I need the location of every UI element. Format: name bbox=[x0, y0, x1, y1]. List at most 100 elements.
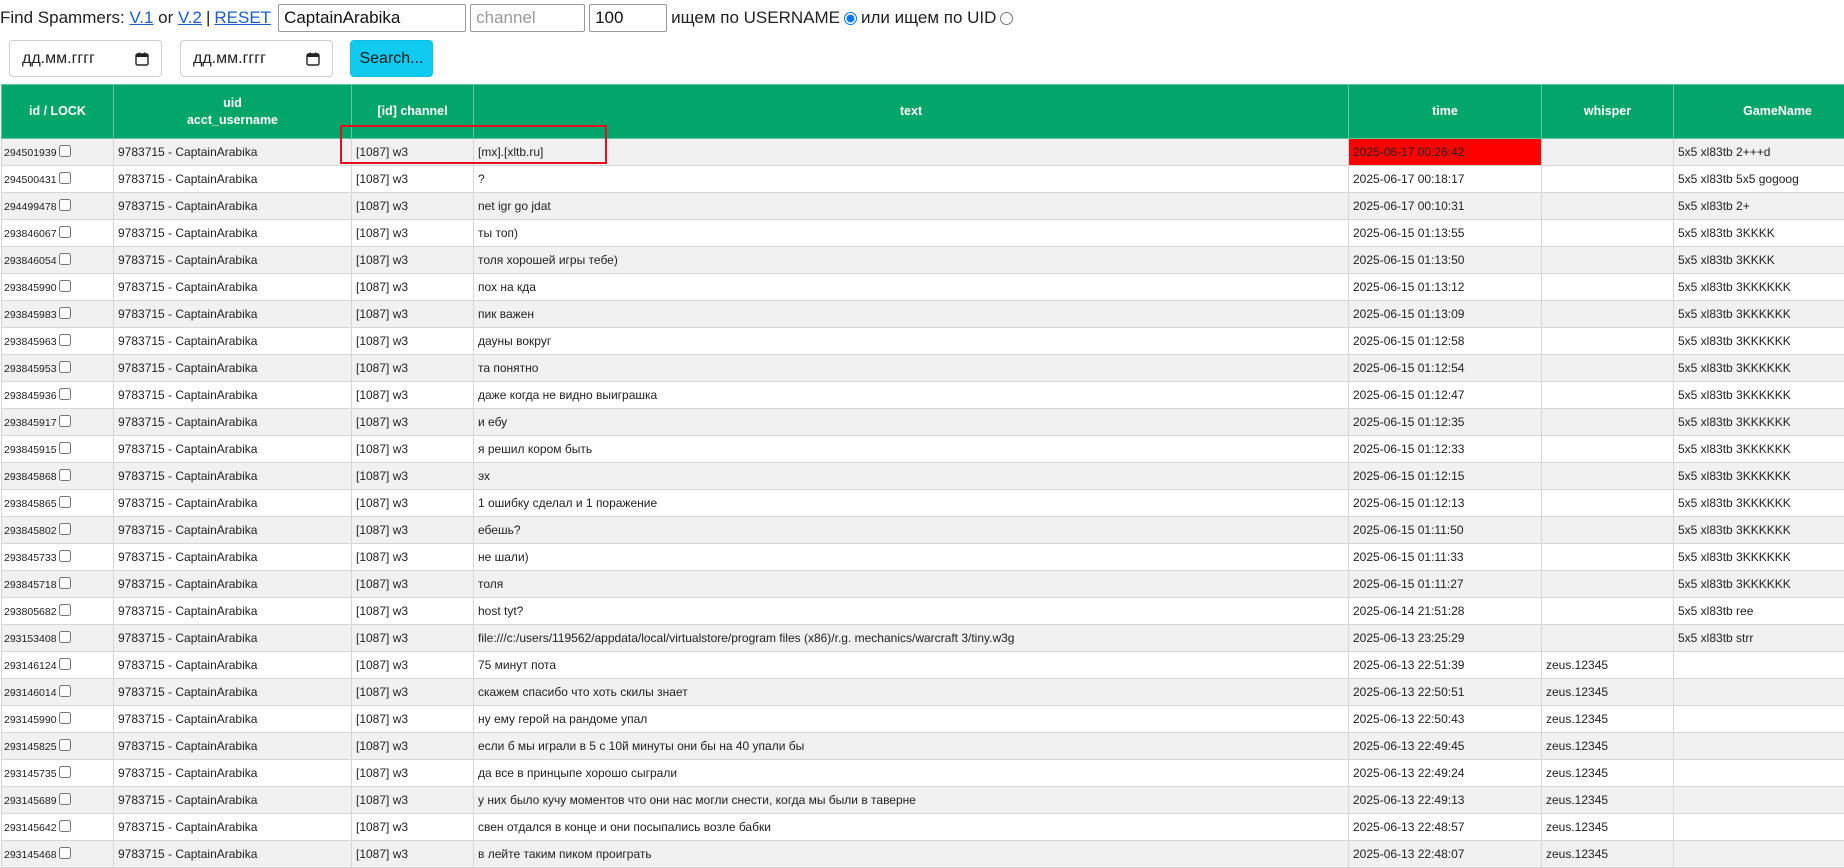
header-uid[interactable]: uid acct_username bbox=[114, 85, 352, 139]
row-time: 2025-06-15 01:12:35 bbox=[1349, 409, 1542, 436]
row-uid: 9783715 - CaptainArabika bbox=[114, 409, 352, 436]
lock-checkbox[interactable] bbox=[59, 199, 71, 211]
row-id-cell: 293845802 bbox=[2, 517, 114, 544]
row-channel: [1087] w3 bbox=[352, 247, 474, 274]
row-id-cell: 293145825 bbox=[2, 733, 114, 760]
row-whisper bbox=[1542, 625, 1674, 652]
limit-input[interactable] bbox=[589, 4, 667, 32]
row-id-cell: 293845865 bbox=[2, 490, 114, 517]
row-whisper bbox=[1542, 463, 1674, 490]
row-text: я решил кором быть bbox=[474, 436, 1349, 463]
lock-checkbox[interactable] bbox=[59, 361, 71, 373]
row-id: 293846054 bbox=[4, 255, 57, 267]
username-input[interactable] bbox=[278, 4, 466, 32]
row-id-cell: 294499478 bbox=[2, 193, 114, 220]
lock-checkbox[interactable] bbox=[59, 739, 71, 751]
lock-checkbox[interactable] bbox=[59, 550, 71, 562]
row-game-name bbox=[1674, 841, 1844, 868]
row-uid: 9783715 - CaptainArabika bbox=[114, 139, 352, 166]
lock-checkbox[interactable] bbox=[59, 280, 71, 292]
search-by-uid-radio[interactable] bbox=[1000, 12, 1013, 25]
row-id: 293845936 bbox=[4, 390, 57, 402]
channel-input[interactable] bbox=[470, 4, 585, 32]
lock-checkbox[interactable] bbox=[59, 631, 71, 643]
search-by-username-radio[interactable] bbox=[844, 12, 857, 25]
row-id: 293845733 bbox=[4, 552, 57, 564]
row-channel: [1087] w3 bbox=[352, 517, 474, 544]
header-game-name[interactable]: GameName bbox=[1674, 85, 1844, 139]
date-to-input[interactable]: дд.мм.гггг bbox=[180, 40, 333, 77]
row-channel: [1087] w3 bbox=[352, 166, 474, 193]
reset-link[interactable]: RESET bbox=[214, 8, 271, 28]
lock-checkbox[interactable] bbox=[59, 766, 71, 778]
lock-checkbox[interactable] bbox=[59, 226, 71, 238]
date-to-placeholder: дд.мм.гггг bbox=[193, 50, 266, 68]
lock-checkbox[interactable] bbox=[59, 469, 71, 481]
row-whisper bbox=[1542, 274, 1674, 301]
row-uid: 9783715 - CaptainArabika bbox=[114, 544, 352, 571]
calendar-icon[interactable] bbox=[135, 52, 149, 66]
lock-checkbox[interactable] bbox=[59, 712, 71, 724]
header-whisper[interactable]: whisper bbox=[1542, 85, 1674, 139]
v2-link[interactable]: V.2 bbox=[178, 8, 202, 28]
lock-checkbox[interactable] bbox=[59, 145, 71, 157]
search-by-uid-label: или ищем по UID bbox=[861, 8, 996, 28]
row-game-name bbox=[1674, 760, 1844, 787]
row-id: 293846067 bbox=[4, 228, 57, 240]
lock-checkbox[interactable] bbox=[59, 415, 71, 427]
lock-checkbox[interactable] bbox=[59, 577, 71, 589]
lock-checkbox[interactable] bbox=[59, 685, 71, 697]
table-body: 2945019399783715 - CaptainArabika[1087] … bbox=[2, 139, 1844, 868]
row-channel: [1087] w3 bbox=[352, 274, 474, 301]
row-channel: [1087] w3 bbox=[352, 733, 474, 760]
lock-checkbox[interactable] bbox=[59, 172, 71, 184]
search-button[interactable]: Search... bbox=[350, 40, 433, 77]
header-id-lock[interactable]: id / LOCK bbox=[2, 85, 114, 139]
table-row: 2938458689783715 - CaptainArabika[1087] … bbox=[2, 463, 1844, 490]
header-text[interactable]: text bbox=[474, 85, 1349, 139]
row-whisper bbox=[1542, 382, 1674, 409]
header-time[interactable]: time bbox=[1349, 85, 1542, 139]
row-time: 2025-06-17 00:18:17 bbox=[1349, 166, 1542, 193]
row-game-name: 5x5 xl83tb 3KKKKKK bbox=[1674, 355, 1844, 382]
row-text: скажем спасибо что хоть скилы знает bbox=[474, 679, 1349, 706]
row-uid: 9783715 - CaptainArabika bbox=[114, 598, 352, 625]
row-text: та понятно bbox=[474, 355, 1349, 382]
date-from-input[interactable]: дд.мм.гггг bbox=[9, 40, 162, 77]
lock-checkbox[interactable] bbox=[59, 523, 71, 535]
results-table: id / LOCK uid acct_username [id] channel… bbox=[1, 84, 1844, 868]
row-time: 2025-06-15 01:13:55 bbox=[1349, 220, 1542, 247]
row-id-cell: 293845983 bbox=[2, 301, 114, 328]
row-text: ебешь? bbox=[474, 517, 1349, 544]
table-row: 2938459179783715 - CaptainArabika[1087] … bbox=[2, 409, 1844, 436]
row-id-cell: 293145735 bbox=[2, 760, 114, 787]
table-row: 2931454689783715 - CaptainArabika[1087] … bbox=[2, 841, 1844, 868]
row-whisper: zeus.12345 bbox=[1542, 652, 1674, 679]
row-channel: [1087] w3 bbox=[352, 301, 474, 328]
lock-checkbox[interactable] bbox=[59, 442, 71, 454]
lock-checkbox[interactable] bbox=[59, 658, 71, 670]
v1-link[interactable]: V.1 bbox=[129, 8, 153, 28]
header-channel[interactable]: [id] channel bbox=[352, 85, 474, 139]
row-id: 293146124 bbox=[4, 660, 57, 672]
row-whisper bbox=[1542, 301, 1674, 328]
lock-checkbox[interactable] bbox=[59, 847, 71, 859]
row-whisper bbox=[1542, 544, 1674, 571]
row-game-name: 5x5 xl83tb strr bbox=[1674, 625, 1844, 652]
lock-checkbox[interactable] bbox=[59, 820, 71, 832]
lock-checkbox[interactable] bbox=[59, 253, 71, 265]
row-id-cell: 293845915 bbox=[2, 436, 114, 463]
lock-checkbox[interactable] bbox=[59, 604, 71, 616]
row-id: 293146014 bbox=[4, 687, 57, 699]
header-uid-line2: acct_username bbox=[187, 113, 278, 127]
table-row: 2931461249783715 - CaptainArabika[1087] … bbox=[2, 652, 1844, 679]
row-id-cell: 293845990 bbox=[2, 274, 114, 301]
lock-checkbox[interactable] bbox=[59, 334, 71, 346]
lock-checkbox[interactable] bbox=[59, 307, 71, 319]
lock-checkbox[interactable] bbox=[59, 388, 71, 400]
lock-checkbox[interactable] bbox=[59, 496, 71, 508]
row-channel: [1087] w3 bbox=[352, 463, 474, 490]
lock-checkbox[interactable] bbox=[59, 793, 71, 805]
table-row: 2931457359783715 - CaptainArabika[1087] … bbox=[2, 760, 1844, 787]
calendar-icon[interactable] bbox=[306, 52, 320, 66]
